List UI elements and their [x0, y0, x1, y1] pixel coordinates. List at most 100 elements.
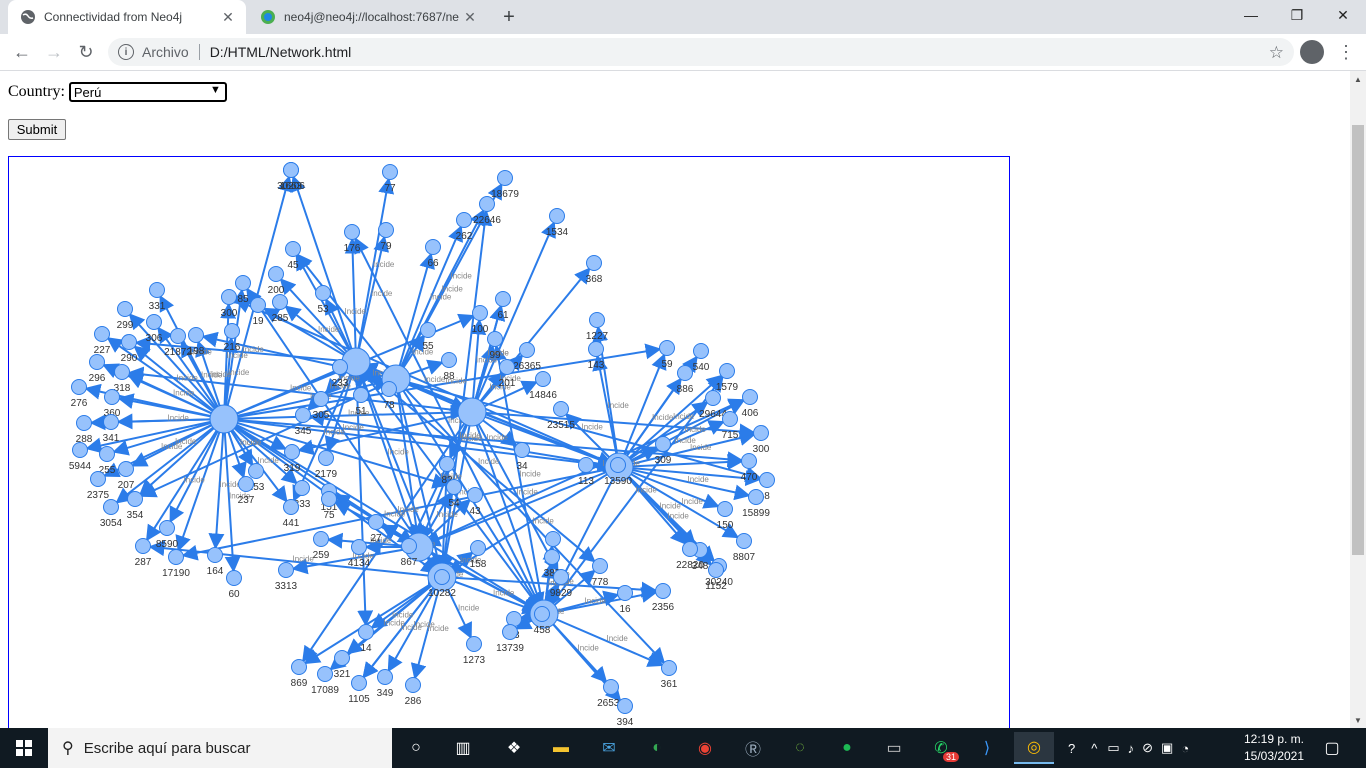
graph-node[interactable]	[736, 533, 752, 549]
graph-node[interactable]	[487, 331, 503, 347]
graph-node[interactable]	[117, 301, 133, 317]
graph-node[interactable]	[467, 487, 483, 503]
mail-icon[interactable]: ✉	[589, 732, 629, 764]
graph-node[interactable]	[603, 679, 619, 695]
file-explorer-icon[interactable]: ▬	[541, 732, 581, 764]
edge-icon[interactable]: ◐	[637, 732, 677, 764]
graph-node[interactable]	[401, 538, 417, 554]
submit-button[interactable]: Submit	[8, 119, 66, 140]
star-icon[interactable]: ☆	[1269, 43, 1284, 63]
graph-node[interactable]	[708, 562, 724, 578]
graph-node[interactable]	[549, 208, 565, 224]
graph-node[interactable]	[544, 549, 560, 565]
whatsapp-icon[interactable]: ✆ 31	[921, 732, 961, 764]
graph-node[interactable]	[719, 363, 735, 379]
graph-node[interactable]	[441, 352, 457, 368]
graph-node[interactable]	[127, 491, 143, 507]
graph-node[interactable]	[104, 389, 120, 405]
graph-node[interactable]	[188, 327, 204, 343]
graph-node[interactable]	[456, 212, 472, 228]
kebab-menu-icon[interactable]: ⋮	[1336, 40, 1356, 64]
graph-node[interactable]	[99, 446, 115, 462]
graph-canvas[interactable]: IncideIncideIncideIncideIncideIncideInci…	[9, 157, 1009, 728]
scroll-up-icon[interactable]: ▲	[1350, 71, 1366, 87]
windows-start-icon[interactable]	[0, 728, 48, 768]
graph-node[interactable]	[295, 407, 311, 423]
graph-node[interactable]	[617, 585, 633, 601]
vscode-icon[interactable]: ⟩	[967, 732, 1007, 764]
graph-node[interactable]	[420, 322, 436, 338]
graph-node[interactable]	[332, 359, 348, 375]
graph-node[interactable]	[272, 294, 288, 310]
graph-node[interactable]	[589, 312, 605, 328]
notification-icon[interactable]: ▢	[1320, 736, 1344, 760]
graph-node[interactable]	[89, 354, 105, 370]
graph-node[interactable]	[677, 365, 693, 381]
scroll-thumb[interactable]	[1352, 125, 1364, 555]
graph-node[interactable]	[353, 387, 369, 403]
chevron-up-icon[interactable]: ^	[1091, 741, 1097, 756]
close-icon[interactable]: ✕	[218, 7, 238, 27]
graph-hub-node[interactable]	[457, 397, 487, 427]
battery-icon[interactable]: ▭	[1107, 740, 1119, 756]
graph-node[interactable]	[741, 453, 757, 469]
graph-node[interactable]	[334, 650, 350, 666]
rstudio-icon[interactable]: ◌	[780, 732, 820, 764]
graph-node[interactable]	[321, 491, 337, 507]
graph-node[interactable]	[446, 479, 462, 495]
graph-node[interactable]	[378, 222, 394, 238]
graph-node[interactable]	[221, 289, 237, 305]
graph-node[interactable]	[170, 328, 186, 344]
graph-node[interactable]	[250, 297, 266, 313]
graph-node[interactable]	[382, 164, 398, 180]
graph-node[interactable]	[592, 558, 608, 574]
graph-node[interactable]	[519, 342, 535, 358]
graph-node[interactable]	[717, 501, 733, 517]
graph-node[interactable]	[434, 569, 450, 585]
graph-node[interactable]	[71, 379, 87, 395]
graph-node[interactable]	[235, 275, 251, 291]
graph-node[interactable]	[553, 569, 569, 585]
graph-node[interactable]	[121, 334, 137, 350]
task-view-icon[interactable]: ▥	[443, 732, 483, 764]
graph-node[interactable]	[94, 326, 110, 342]
graph-node[interactable]	[313, 391, 329, 407]
graph-node[interactable]	[499, 359, 515, 375]
r-icon[interactable]: Ⓡ	[733, 732, 773, 764]
graph-node[interactable]	[238, 476, 254, 492]
graph-node[interactable]	[705, 390, 721, 406]
graph-node[interactable]	[283, 499, 299, 515]
graph-node[interactable]	[317, 666, 333, 682]
graph-node[interactable]	[610, 457, 626, 473]
graph-node[interactable]	[495, 291, 511, 307]
display-icon[interactable]: ▣	[1161, 740, 1173, 756]
graph-node[interactable]	[377, 669, 393, 685]
tab-connectividad[interactable]: Connectividad from Neo4j ✕	[8, 0, 246, 34]
graph-node[interactable]	[72, 442, 88, 458]
graph-node[interactable]	[351, 539, 367, 555]
graph-node[interactable]	[226, 570, 242, 586]
graph-node[interactable]	[661, 660, 677, 676]
graph-node[interactable]	[497, 170, 513, 186]
terminal-icon[interactable]: ▭	[874, 732, 914, 764]
graph-node[interactable]	[405, 677, 421, 693]
graph-node[interactable]	[344, 224, 360, 240]
chrome-icon[interactable]: ◎	[1014, 732, 1054, 764]
graph-node[interactable]	[693, 343, 709, 359]
restore-icon[interactable]: ❐	[1274, 0, 1320, 30]
help-icon[interactable]: ?	[1068, 741, 1075, 756]
graph-node[interactable]	[318, 450, 334, 466]
vertical-scrollbar[interactable]: ▲ ▼	[1350, 71, 1366, 728]
graph-node[interactable]	[358, 624, 374, 640]
graph-node[interactable]	[753, 425, 769, 441]
minimize-icon[interactable]: —	[1228, 0, 1274, 30]
graph-node[interactable]	[659, 340, 675, 356]
graph-node[interactable]	[381, 381, 397, 397]
graph-node[interactable]	[466, 636, 482, 652]
graph-node[interactable]	[351, 675, 367, 691]
graph-node[interactable]	[479, 196, 495, 212]
graph-node[interactable]	[168, 549, 184, 565]
info-icon[interactable]: i	[118, 44, 134, 60]
graph-node[interactable]	[534, 606, 550, 622]
graph-node[interactable]	[439, 456, 455, 472]
